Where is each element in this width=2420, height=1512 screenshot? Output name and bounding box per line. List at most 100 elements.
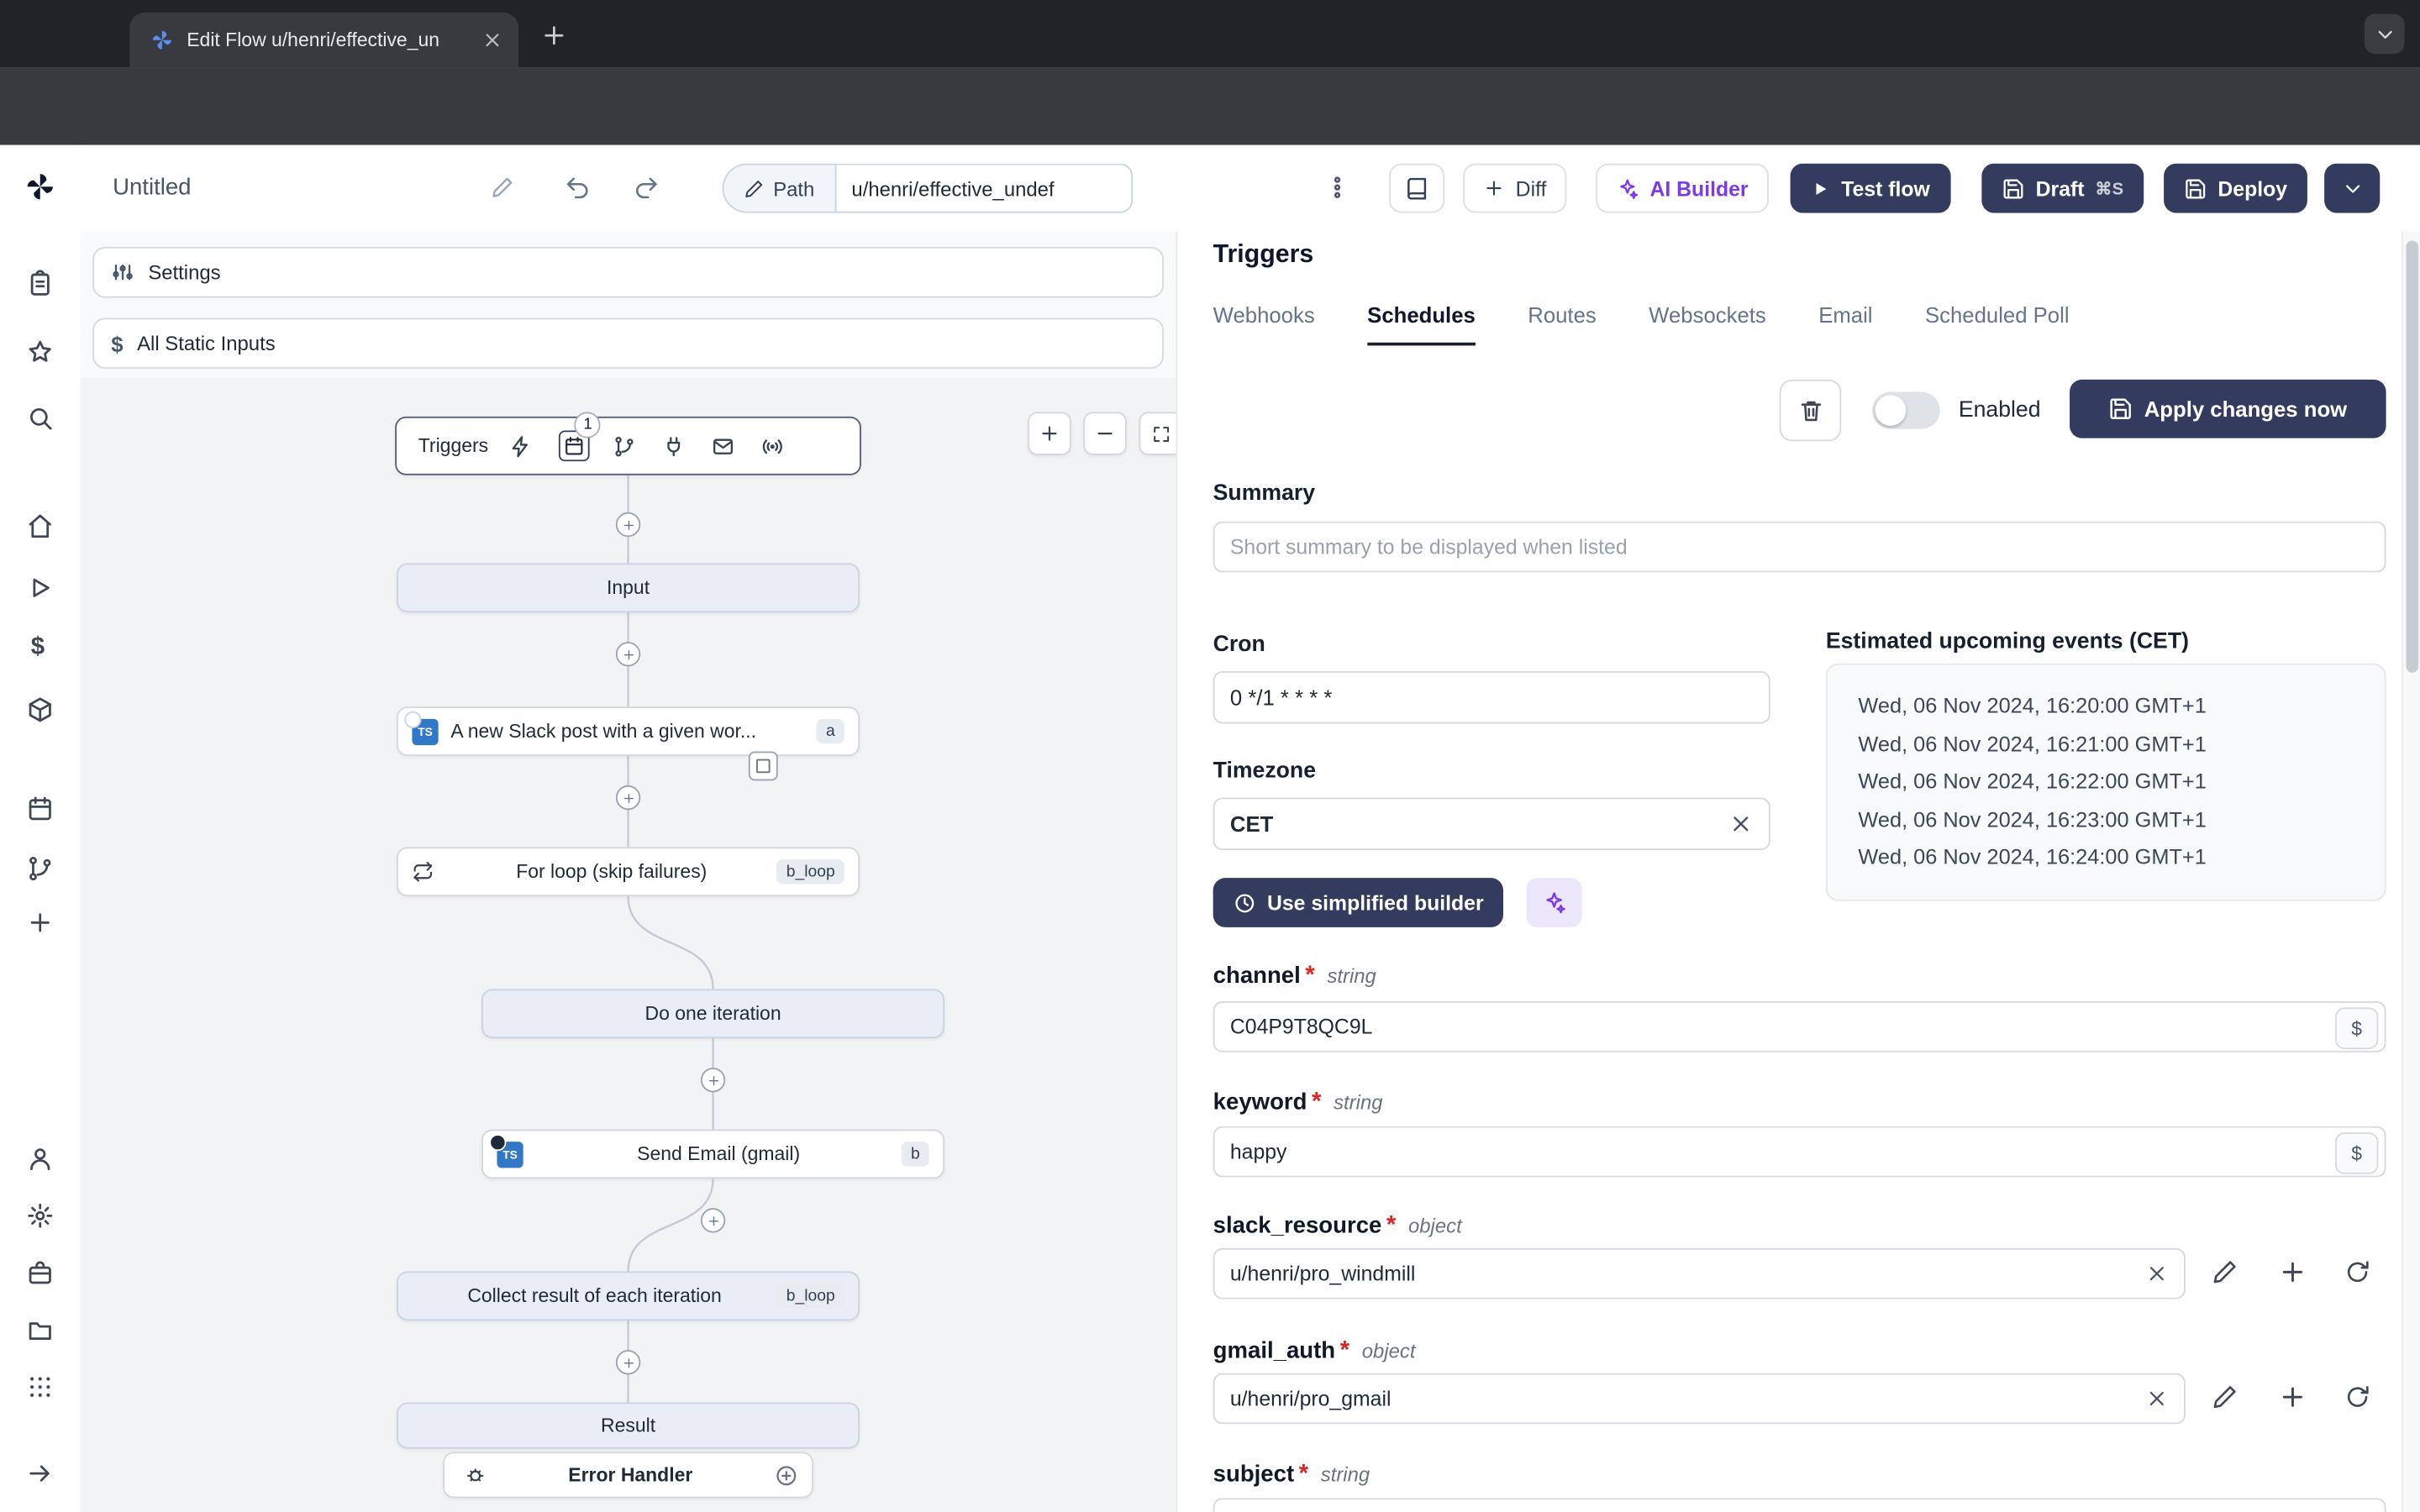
typescript-icon: TS xyxy=(489,1133,523,1168)
slack-resource-input[interactable] xyxy=(1213,1247,2186,1299)
schedules-calendar-icon[interactable] xyxy=(26,795,54,822)
timezone-input[interactable] xyxy=(1213,797,1770,851)
settings-gear-icon[interactable] xyxy=(26,1202,54,1230)
variables-dollar-icon[interactable]: $ xyxy=(31,634,45,662)
all-static-inputs-row[interactable]: $ All Static Inputs xyxy=(92,318,1164,369)
refresh-resource-icon[interactable] xyxy=(2344,1384,2370,1410)
enabled-toggle[interactable] xyxy=(1871,391,1940,429)
iteration-node[interactable]: Do one iteration xyxy=(481,989,945,1039)
edit-resource-pencil-icon[interactable] xyxy=(2212,1259,2238,1285)
test-flow-button[interactable]: Test flow xyxy=(1790,163,1950,213)
zoom-out-button[interactable] xyxy=(1083,412,1127,455)
channel-input[interactable] xyxy=(1213,1001,2386,1053)
folders-icon[interactable] xyxy=(26,1316,54,1344)
home-icon[interactable] xyxy=(26,512,54,540)
undo-icon[interactable] xyxy=(565,175,591,201)
refresh-resource-icon[interactable] xyxy=(2344,1259,2370,1285)
tab-email[interactable]: Email xyxy=(1818,302,1872,345)
grid-menu-icon[interactable] xyxy=(26,1373,54,1401)
tab-schedules[interactable]: Schedules xyxy=(1367,302,1476,346)
fit-view-button[interactable] xyxy=(1139,412,1176,455)
favorites-star-icon[interactable] xyxy=(26,338,54,365)
tab-scheduled-poll[interactable]: Scheduled Poll xyxy=(1925,302,2070,345)
step-id-badge: b xyxy=(901,1142,929,1167)
schedule-trigger-selected[interactable]: 1 xyxy=(559,412,602,462)
apps-icon[interactable] xyxy=(26,270,54,297)
workspace-briefcase-icon[interactable] xyxy=(26,1259,54,1287)
draft-button[interactable]: Draft ⌘S xyxy=(1981,163,2144,213)
keyword-input[interactable] xyxy=(1213,1126,2386,1178)
tab-websockets[interactable]: Websockets xyxy=(1649,302,1766,345)
add-step-button[interactable] xyxy=(700,1068,726,1093)
add-error-handler-icon[interactable] xyxy=(775,1463,798,1487)
runs-play-icon[interactable] xyxy=(26,574,54,601)
gmail-auth-input[interactable] xyxy=(1213,1373,2186,1425)
add-resource-plus-icon[interactable] xyxy=(2278,1383,2307,1412)
browser-tab[interactable]: Edit Flow u/henri/effective_un xyxy=(129,12,519,68)
insert-variable-button[interactable]: $ xyxy=(2334,1132,2379,1174)
flow-canvas[interactable]: Triggers 1 Input TS A new Slack post wit… xyxy=(80,378,1176,1512)
add-step-button[interactable] xyxy=(615,785,641,811)
tab-routes[interactable]: Routes xyxy=(1528,302,1596,345)
clear-resource-icon[interactable] xyxy=(2145,1387,2169,1410)
delete-schedule-button[interactable] xyxy=(1779,379,1842,442)
panel-scrollbar[interactable] xyxy=(2401,231,2420,1512)
subject-input[interactable] xyxy=(1213,1498,2386,1512)
edit-resource-pencil-icon[interactable] xyxy=(2212,1384,2238,1410)
cron-input[interactable] xyxy=(1213,670,1770,724)
slack-step-node[interactable]: TS A new Slack post with a given wor... … xyxy=(397,706,860,756)
webhook-trigger-icon[interactable] xyxy=(510,434,534,458)
add-step-button[interactable] xyxy=(615,1350,641,1375)
add-step-button[interactable] xyxy=(615,512,641,538)
flow-name[interactable]: Untitled xyxy=(113,164,191,213)
add-step-button[interactable] xyxy=(615,642,641,667)
redo-icon[interactable] xyxy=(633,175,659,201)
windmill-logo[interactable] xyxy=(24,170,57,203)
diff-button[interactable]: Diff xyxy=(1463,163,1567,213)
forloop-node[interactable]: For loop (skip failures) b_loop xyxy=(397,847,860,897)
collect-node[interactable]: Collect result of each iteration b_loop xyxy=(397,1271,860,1321)
path-button[interactable]: Path xyxy=(722,163,837,213)
tab-close-icon[interactable] xyxy=(481,29,503,51)
new-tab-button[interactable] xyxy=(540,22,568,50)
apply-changes-button[interactable]: Apply changes now xyxy=(2070,379,2386,438)
triggers-node[interactable]: Triggers 1 xyxy=(395,412,861,475)
settings-row[interactable]: Settings xyxy=(92,246,1164,298)
poll-trigger-icon[interactable] xyxy=(761,434,785,458)
expand-rail-arrow-icon[interactable] xyxy=(26,1460,54,1488)
triggers-config-panel: Triggers Webhooks Schedules Routes Webso… xyxy=(1176,231,2420,1512)
search-icon[interactable] xyxy=(26,404,54,432)
email-step-node[interactable]: TS Send Email (gmail) b xyxy=(481,1129,945,1179)
add-step-button[interactable] xyxy=(700,1208,726,1233)
flows-branch-icon[interactable] xyxy=(26,855,54,883)
add-resource-plus-icon[interactable] xyxy=(2278,1257,2307,1287)
rename-pencil-icon[interactable] xyxy=(491,176,514,199)
path-input[interactable] xyxy=(836,163,1133,213)
calendar-trigger-icon xyxy=(564,435,586,457)
input-node[interactable]: Input xyxy=(397,563,860,613)
clear-timezone-icon[interactable] xyxy=(1728,811,1753,836)
email-trigger-icon[interactable] xyxy=(712,434,735,458)
result-node[interactable]: Result xyxy=(397,1402,860,1449)
deploy-dropdown-button[interactable] xyxy=(2324,163,2381,213)
deploy-button[interactable]: Deploy xyxy=(2164,163,2307,213)
insert-variable-button[interactable]: $ xyxy=(2334,1007,2379,1049)
routes-trigger-icon[interactable] xyxy=(613,434,637,458)
user-icon[interactable] xyxy=(26,1145,54,1173)
tab-webhooks[interactable]: Webhooks xyxy=(1213,302,1315,345)
scrollbar-thumb[interactable] xyxy=(2406,240,2419,673)
resources-cube-icon[interactable] xyxy=(26,696,54,723)
error-handler-node[interactable]: Error Handler xyxy=(443,1452,813,1499)
ai-cron-button[interactable] xyxy=(1526,878,1582,927)
ai-builder-button[interactable]: AI Builder xyxy=(1596,163,1769,213)
window-chevron-button[interactable] xyxy=(2364,13,2405,55)
docs-book-button[interactable] xyxy=(1389,163,1445,213)
collapse-module-button[interactable] xyxy=(748,751,778,781)
clear-resource-icon[interactable] xyxy=(2145,1262,2169,1285)
simplified-builder-button[interactable]: Use simplified builder xyxy=(1213,878,1504,927)
more-options-kebab-icon[interactable] xyxy=(1324,175,1350,201)
zoom-in-button[interactable] xyxy=(1028,412,1071,455)
summary-input[interactable] xyxy=(1213,521,2386,573)
websocket-trigger-icon[interactable] xyxy=(663,434,687,458)
add-icon[interactable] xyxy=(26,909,54,937)
